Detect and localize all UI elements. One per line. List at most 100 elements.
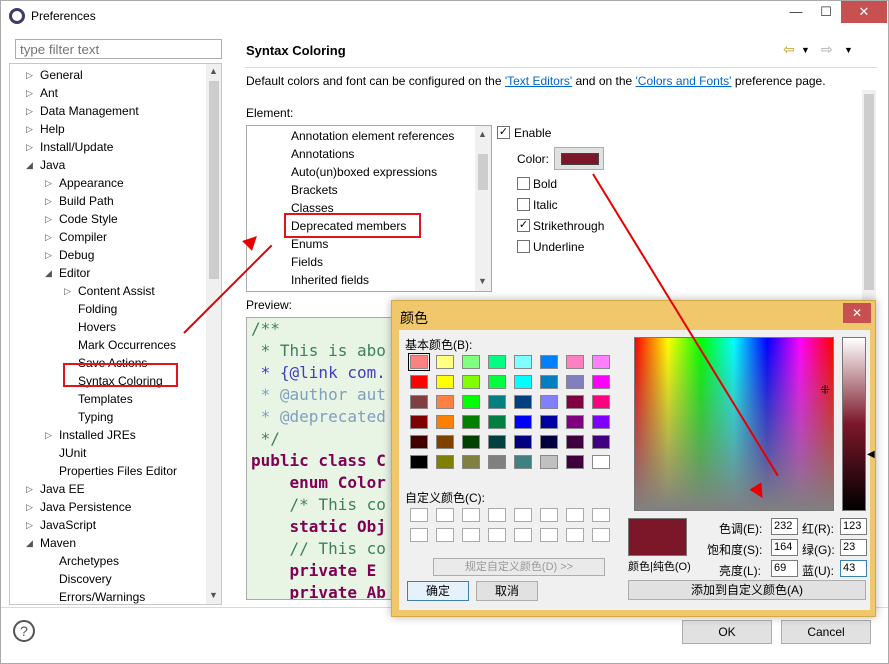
basic-color-swatch[interactable] — [540, 415, 558, 429]
tree-item[interactable]: JUnit — [59, 444, 86, 462]
tree-item[interactable]: Hovers — [78, 318, 116, 336]
dialog-close-icon[interactable]: ✕ — [843, 303, 871, 323]
basic-color-swatch[interactable] — [462, 435, 480, 449]
tree-item[interactable]: Install/Update — [40, 138, 113, 156]
element-list-scrollbar[interactable]: ▲ ▼ — [475, 126, 491, 291]
basic-color-swatch[interactable] — [488, 435, 506, 449]
custom-color-swatch[interactable] — [592, 528, 610, 542]
basic-color-swatch[interactable] — [514, 435, 532, 449]
strikethrough-checkbox[interactable]: ✓ — [517, 219, 530, 232]
element-list-item[interactable]: Annotations — [291, 145, 354, 163]
basic-color-swatch[interactable] — [436, 395, 454, 409]
basic-color-swatch[interactable] — [488, 375, 506, 389]
tree-item[interactable]: Typing — [78, 408, 113, 426]
tree-item[interactable]: Templates — [78, 390, 133, 408]
page-scrollbar[interactable] — [862, 90, 876, 300]
underline-checkbox[interactable] — [517, 240, 530, 253]
element-list-item[interactable]: Auto(un)boxed expressions — [291, 163, 437, 181]
tree-item[interactable]: Data Management — [40, 102, 139, 120]
luminance-bar[interactable] — [842, 337, 866, 511]
minimize-icon[interactable]: — — [781, 1, 811, 23]
back-menu-icon[interactable]: ▼ — [801, 45, 810, 55]
expand-icon[interactable]: ◢ — [26, 538, 33, 549]
tree-item[interactable]: Errors/Warnings — [59, 588, 145, 604]
custom-color-swatch[interactable] — [566, 508, 584, 522]
collapse-icon[interactable]: ▷ — [26, 142, 33, 153]
basic-color-swatch[interactable] — [410, 375, 428, 389]
tree-item[interactable]: Appearance — [59, 174, 124, 192]
filter-input[interactable] — [15, 39, 222, 59]
basic-color-swatch[interactable] — [540, 375, 558, 389]
basic-color-swatch[interactable] — [488, 455, 506, 469]
custom-color-swatch[interactable] — [488, 528, 506, 542]
basic-color-swatch[interactable] — [540, 435, 558, 449]
custom-color-swatch[interactable] — [462, 528, 480, 542]
expand-icon[interactable]: ◢ — [26, 160, 33, 171]
tree-item[interactable]: JavaScript — [40, 516, 96, 534]
basic-color-swatch[interactable] — [462, 415, 480, 429]
color-button[interactable] — [554, 147, 604, 170]
colors-and-fonts-link[interactable]: 'Colors and Fonts' — [636, 74, 732, 88]
tree-item[interactable]: Folding — [78, 300, 117, 318]
tree-item[interactable]: Archetypes — [59, 552, 119, 570]
basic-color-swatch[interactable] — [566, 355, 584, 369]
back-icon[interactable]: ⇦ — [783, 41, 795, 58]
tree-item[interactable]: Content Assist — [78, 282, 155, 300]
basic-color-swatch[interactable] — [566, 375, 584, 389]
basic-color-swatch[interactable] — [566, 415, 584, 429]
element-list-item[interactable]: Fields — [291, 253, 323, 271]
basic-color-swatch[interactable] — [566, 455, 584, 469]
tree-item[interactable]: Java Persistence — [40, 498, 131, 516]
tree-item[interactable]: General — [40, 66, 83, 84]
element-list-item[interactable]: Annotation element references — [291, 127, 454, 145]
basic-color-swatch[interactable] — [592, 435, 610, 449]
custom-color-swatch[interactable] — [514, 528, 532, 542]
help-icon[interactable]: ? — [13, 620, 35, 642]
cancel-button[interactable]: Cancel — [781, 620, 871, 644]
basic-color-swatch[interactable] — [410, 395, 428, 409]
basic-color-swatch[interactable] — [410, 435, 428, 449]
custom-color-swatch[interactable] — [410, 528, 428, 542]
define-custom-colors-button[interactable]: 规定自定义颜色(D) >> — [433, 558, 605, 576]
basic-color-swatch[interactable] — [592, 415, 610, 429]
basic-color-swatch[interactable] — [462, 455, 480, 469]
close-icon[interactable]: ✕ — [841, 1, 887, 23]
basic-color-swatch[interactable] — [410, 455, 428, 469]
tree-item[interactable]: Maven — [40, 534, 76, 552]
forward-icon[interactable]: ⇨ — [821, 41, 833, 58]
basic-color-swatch[interactable] — [436, 375, 454, 389]
italic-checkbox[interactable] — [517, 198, 530, 211]
collapse-icon[interactable]: ▷ — [45, 430, 52, 441]
basic-color-swatch[interactable] — [540, 395, 558, 409]
tree-item[interactable]: Editor — [59, 264, 90, 282]
add-to-custom-colors-button[interactable]: 添加到自定义颜色(A) — [628, 580, 866, 600]
text-editors-link[interactable]: 'Text Editors' — [505, 74, 572, 88]
expand-icon[interactable]: ◢ — [45, 268, 52, 279]
tree-item[interactable]: Mark Occurrences — [78, 336, 176, 354]
basic-color-swatch[interactable] — [540, 355, 558, 369]
tree-item[interactable]: Installed JREs — [59, 426, 136, 444]
tree-item[interactable]: Build Path — [59, 192, 114, 210]
page-scroll-thumb[interactable] — [864, 94, 874, 290]
tree-item[interactable]: Debug — [59, 246, 94, 264]
collapse-icon[interactable]: ▷ — [45, 196, 52, 207]
collapse-icon[interactable]: ▷ — [64, 286, 71, 297]
basic-color-swatch[interactable] — [436, 355, 454, 369]
tree-item[interactable]: Help — [40, 120, 65, 138]
saturation-field[interactable]: 164 — [771, 539, 798, 556]
collapse-icon[interactable]: ▷ — [45, 232, 52, 243]
basic-color-swatch[interactable] — [592, 395, 610, 409]
basic-color-swatch[interactable] — [592, 355, 610, 369]
collapse-icon[interactable]: ▷ — [26, 502, 33, 513]
solid-color-label[interactable]: 颜色|纯色(O) — [628, 558, 691, 574]
custom-color-swatch[interactable] — [462, 508, 480, 522]
basic-color-swatch[interactable] — [488, 415, 506, 429]
element-list-item[interactable]: Brackets — [291, 181, 338, 199]
basic-color-swatch[interactable] — [462, 355, 480, 369]
dialog-cancel-button[interactable]: 取消 — [476, 581, 538, 601]
collapse-icon[interactable]: ▷ — [45, 178, 52, 189]
basic-color-swatch[interactable] — [436, 435, 454, 449]
blue-field[interactable]: 43 — [840, 560, 867, 577]
custom-color-swatch[interactable] — [540, 528, 558, 542]
collapse-icon[interactable]: ▷ — [45, 214, 52, 225]
